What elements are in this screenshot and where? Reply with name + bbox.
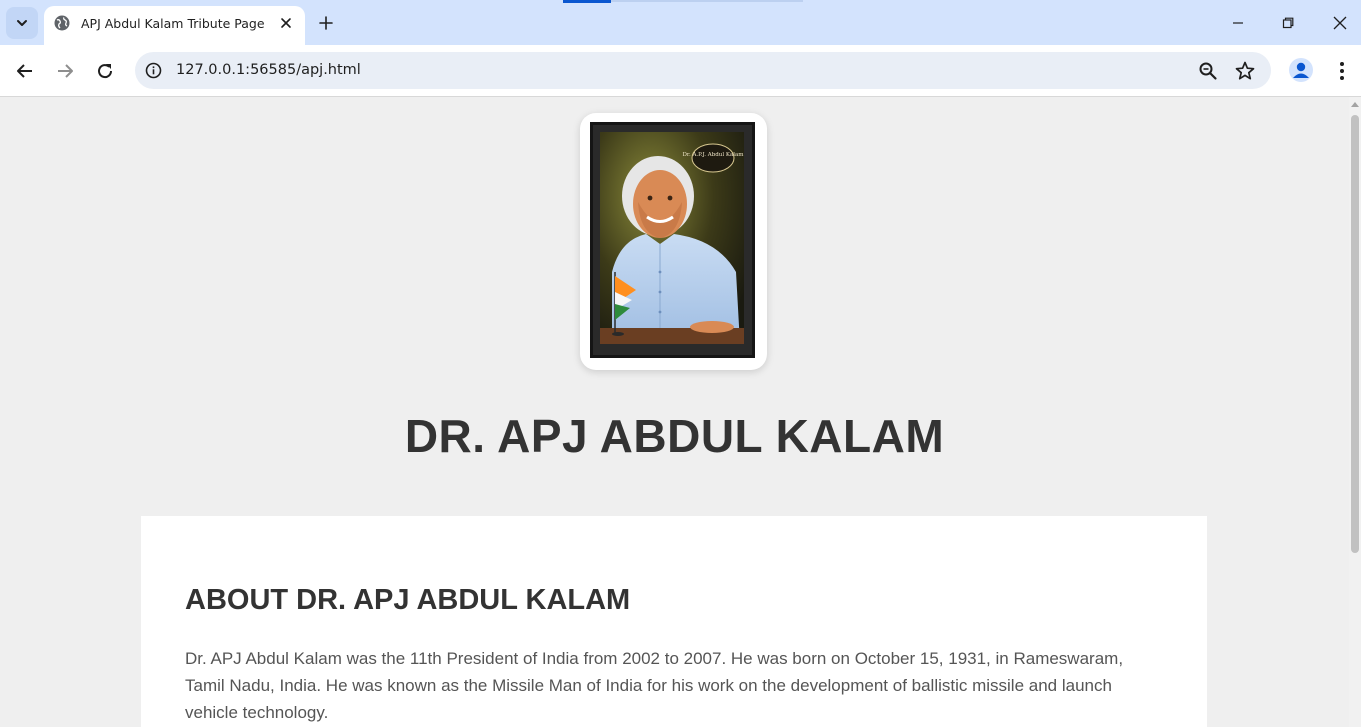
new-tab-button[interactable] [314, 11, 338, 35]
profile-button[interactable] [1289, 58, 1313, 82]
about-paragraph: Dr. APJ Abdul Kalam was the 11th Preside… [185, 649, 1124, 722]
tab-search-button[interactable] [6, 7, 38, 39]
address-bar[interactable]: 127.0.0.1:56585/apj.html [135, 52, 1271, 89]
scrollbar-thumb[interactable] [1351, 115, 1359, 553]
restore-icon [1282, 17, 1294, 29]
back-button[interactable] [11, 57, 39, 85]
tab-title: APJ Abdul Kalam Tribute Page [81, 16, 265, 31]
chevron-down-icon [17, 20, 27, 26]
forward-button[interactable] [51, 57, 79, 85]
browser-toolbar: 127.0.0.1:56585/apj.html [0, 45, 1361, 97]
browser-menu-button[interactable] [1330, 59, 1354, 83]
about-section: ABOUT DR. APJ ABDUL KALAM Dr. APJ Abdul … [141, 516, 1207, 727]
close-icon [281, 18, 291, 28]
globe-icon [54, 15, 70, 31]
info-icon[interactable] [145, 62, 162, 79]
close-icon [1333, 16, 1347, 30]
back-arrow-icon [17, 64, 32, 78]
tab-drag-indicator [563, 0, 611, 3]
vertical-scrollbar[interactable] [1349, 97, 1361, 727]
star-icon[interactable] [1234, 60, 1256, 82]
reload-icon [98, 64, 113, 79]
profile-icon [1293, 62, 1309, 78]
close-window-button[interactable] [1326, 9, 1354, 37]
page-title: DR. APJ ABDUL KALAM [404, 410, 945, 462]
minimize-button[interactable] [1224, 9, 1252, 37]
page-viewport: Dr. A.P.J. Abdul Kalam DR. APJ ABDUL KAL… [0, 97, 1349, 727]
tab-strip: APJ Abdul Kalam Tribute Page [0, 0, 1361, 45]
tab-close-button[interactable] [277, 14, 295, 32]
kebab-menu-icon [1340, 62, 1344, 80]
reload-button[interactable] [91, 57, 119, 85]
restore-button[interactable] [1274, 9, 1302, 37]
scroll-up-arrow-icon[interactable] [1351, 102, 1359, 107]
portrait-image: Dr. A.P.J. Abdul Kalam [590, 122, 755, 358]
browser-tab[interactable]: APJ Abdul Kalam Tribute Page [44, 6, 305, 45]
tab-drag-indicator-track [611, 0, 803, 2]
zoom-icon[interactable] [1198, 61, 1218, 81]
forward-arrow-icon [58, 64, 73, 78]
minimize-icon [1233, 22, 1243, 24]
portrait-caption: Dr. A.P.J. Abdul Kalam [683, 152, 745, 158]
about-heading: ABOUT DR. APJ ABDUL KALAM [185, 584, 631, 616]
url-text[interactable]: 127.0.0.1:56585/apj.html [176, 62, 361, 78]
portrait-frame: Dr. A.P.J. Abdul Kalam [580, 113, 767, 370]
plus-icon [319, 16, 333, 30]
